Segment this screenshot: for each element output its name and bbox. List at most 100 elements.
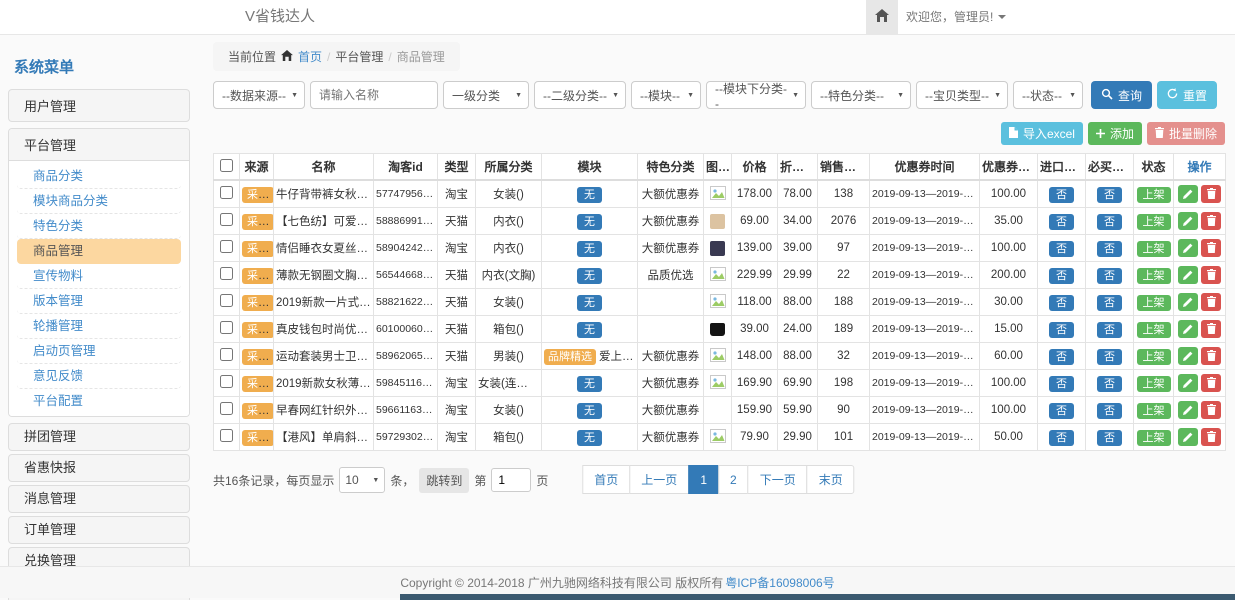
edit-button[interactable] [1178,185,1198,203]
submenu-item[interactable]: 商品分类 [17,164,181,189]
delete-button[interactable] [1201,239,1221,257]
module-badge[interactable]: 无 [577,430,602,446]
module-badge[interactable]: 无 [577,295,602,311]
sidebar-item[interactable]: 省惠快报 [8,454,190,482]
import-select-badge[interactable]: 否 [1049,322,1074,338]
must-buy-badge[interactable]: 否 [1097,295,1122,311]
sidebar-item[interactable]: 拼团管理 [8,423,190,451]
import-select-badge[interactable]: 否 [1049,241,1074,257]
must-buy-badge[interactable]: 否 [1097,349,1122,365]
delete-button[interactable] [1201,212,1221,230]
jump-button[interactable]: 跳转到 [419,468,469,493]
sidebar-item-user-mgmt[interactable]: 用户管理 [8,89,190,122]
must-buy-badge[interactable]: 否 [1097,430,1122,446]
row-checkbox[interactable] [220,267,233,280]
page-button[interactable]: 2 [718,465,749,494]
row-checkbox[interactable] [220,321,233,334]
edit-button[interactable] [1178,428,1198,446]
select-all-checkbox[interactable] [220,159,233,172]
sidebar-item-label[interactable]: 消息管理 [9,486,189,512]
sidebar-item-label[interactable]: 平台管理 [9,129,189,161]
status-badge[interactable]: 上架 [1137,349,1171,365]
import-select-badge[interactable]: 否 [1049,295,1074,311]
submenu-item[interactable]: 意见反馈 [17,364,181,389]
page-button[interactable]: 上一页 [629,465,689,494]
must-buy-badge[interactable]: 否 [1097,376,1122,392]
category1-select[interactable]: 一级分类▼ [443,81,529,109]
breadcrumb-home-link[interactable]: 首页 [298,48,322,65]
delete-button[interactable] [1201,401,1221,419]
import-select-badge[interactable]: 否 [1049,214,1074,230]
submenu-item[interactable]: 商品管理 [17,239,181,264]
data-source-select[interactable]: --数据来源--▼ [213,81,305,109]
edit-button[interactable] [1178,239,1198,257]
status-badge[interactable]: 上架 [1137,187,1171,203]
module-select[interactable]: --模块--▼ [631,81,701,109]
page-button[interactable]: 下一页 [748,465,808,494]
module-badge[interactable]: 无 [577,403,602,419]
edit-button[interactable] [1178,374,1198,392]
add-button[interactable]: 添加 [1088,122,1142,145]
delete-button[interactable] [1201,185,1221,203]
edit-button[interactable] [1178,293,1198,311]
status-badge[interactable]: 上架 [1137,430,1171,446]
status-badge[interactable]: 上架 [1137,403,1171,419]
batch-delete-button[interactable]: 批量删除 [1147,122,1225,145]
sidebar-item-label[interactable]: 订单管理 [9,517,189,543]
module-sub-select[interactable]: --模块下分类--▼ [706,81,806,109]
edit-button[interactable] [1178,212,1198,230]
status-badge[interactable]: 上架 [1137,295,1171,311]
must-buy-badge[interactable]: 否 [1097,268,1122,284]
status-badge[interactable]: 上架 [1137,268,1171,284]
user-menu[interactable]: 欢迎您，管理员! [906,0,1006,34]
module-badge[interactable]: 无 [577,241,602,257]
row-checkbox[interactable] [220,294,233,307]
delete-button[interactable] [1201,293,1221,311]
row-checkbox[interactable] [220,213,233,226]
submenu-item[interactable]: 模块商品分类 [17,189,181,214]
sidebar-item[interactable]: 消息管理 [8,485,190,513]
status-badge[interactable]: 上架 [1137,322,1171,338]
module-badge[interactable]: 品牌精选 [544,349,596,365]
import-select-badge[interactable]: 否 [1049,403,1074,419]
must-buy-badge[interactable]: 否 [1097,187,1122,203]
submenu-item[interactable]: 版本管理 [17,289,181,314]
page-button[interactable]: 1 [688,465,719,494]
edit-button[interactable] [1178,266,1198,284]
breadcrumb-item[interactable]: 平台管理 [335,48,383,65]
row-checkbox[interactable] [220,375,233,388]
edit-button[interactable] [1178,401,1198,419]
must-buy-badge[interactable]: 否 [1097,214,1122,230]
must-buy-badge[interactable]: 否 [1097,403,1122,419]
import-select-badge[interactable]: 否 [1049,349,1074,365]
module-badge[interactable]: 无 [577,376,602,392]
delete-button[interactable] [1201,320,1221,338]
status-select[interactable]: --状态--▼ [1013,81,1083,109]
jump-page-input[interactable] [491,468,531,492]
sidebar-item[interactable]: 订单管理 [8,516,190,544]
submenu-item[interactable]: 平台配置 [17,389,181,413]
row-checkbox[interactable] [220,186,233,199]
per-page-select[interactable]: 10▼ [339,467,385,493]
must-buy-badge[interactable]: 否 [1097,322,1122,338]
module-badge[interactable]: 无 [577,322,602,338]
status-badge[interactable]: 上架 [1137,376,1171,392]
row-checkbox[interactable] [220,402,233,415]
page-button[interactable]: 末页 [807,465,855,494]
submenu-item[interactable]: 宣传物料 [17,264,181,289]
row-checkbox[interactable] [220,348,233,361]
module-badge[interactable]: 无 [577,268,602,284]
reset-button[interactable]: 重置 [1157,81,1217,109]
category2-select[interactable]: --二级分类--▼ [534,81,626,109]
submenu-item[interactable]: 启动页管理 [17,339,181,364]
icp-link[interactable]: 粤ICP备16098006号 [725,574,834,591]
home-button[interactable] [866,0,898,34]
sidebar-item-label[interactable]: 拼团管理 [9,424,189,450]
import-select-badge[interactable]: 否 [1049,268,1074,284]
must-buy-badge[interactable]: 否 [1097,241,1122,257]
delete-button[interactable] [1201,374,1221,392]
module-badge[interactable]: 无 [577,214,602,230]
import-excel-button[interactable]: 导入excel [1001,122,1083,145]
sidebar-item-label[interactable]: 省惠快报 [9,455,189,481]
item-type-select[interactable]: --宝贝类型--▼ [916,81,1008,109]
